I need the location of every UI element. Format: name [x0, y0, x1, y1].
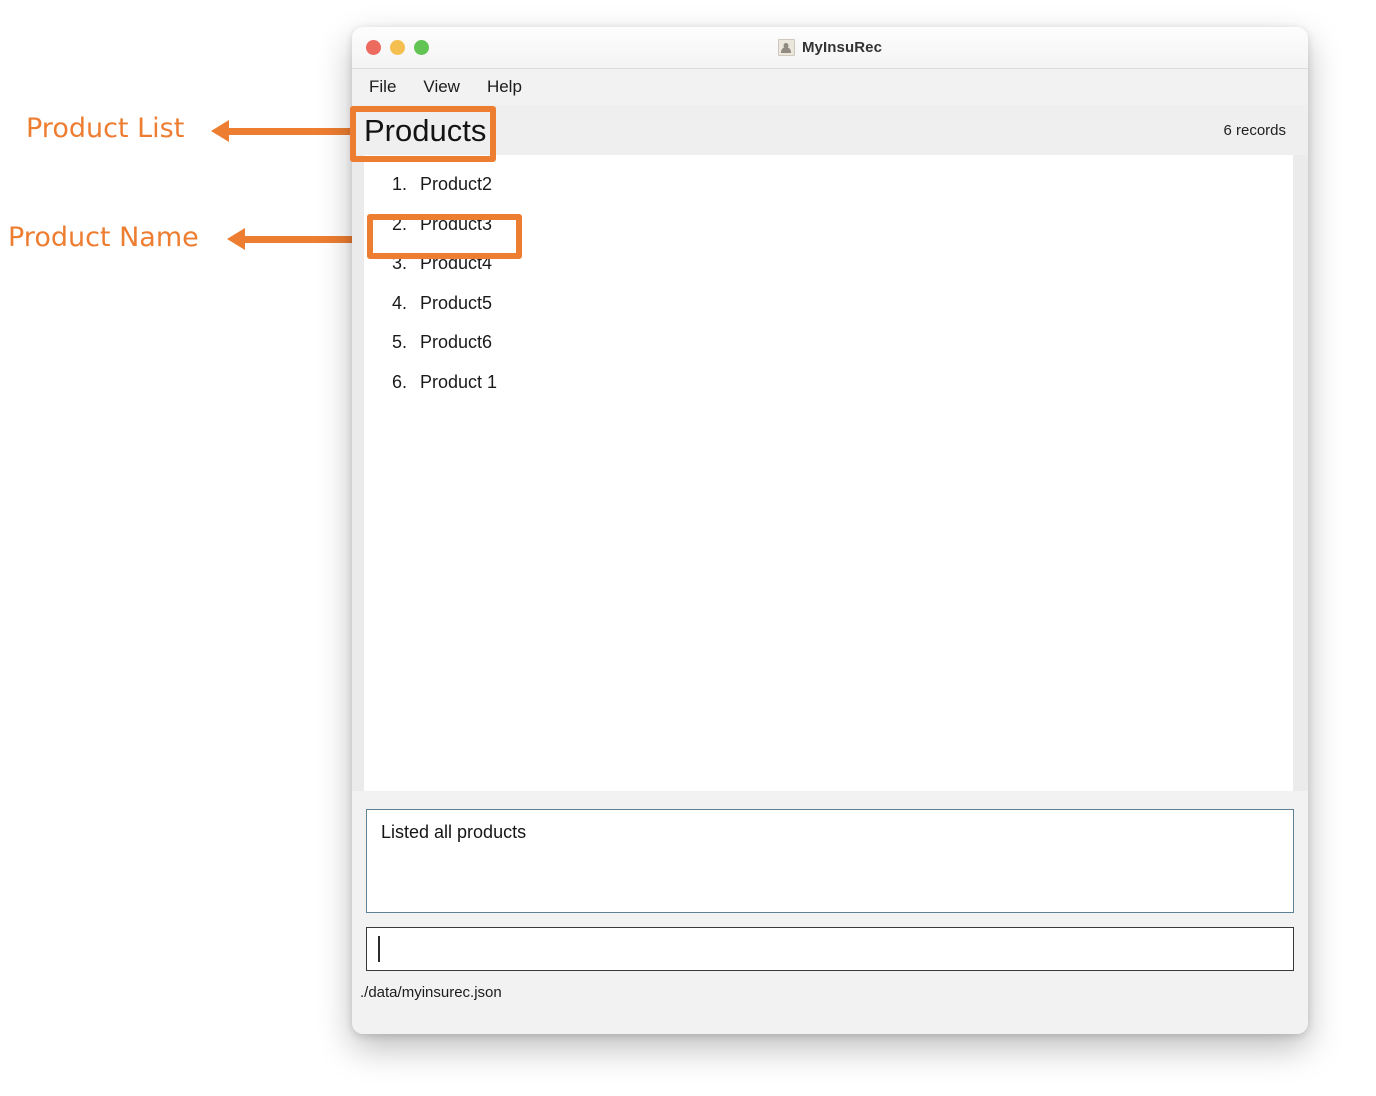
- minimize-button[interactable]: [390, 40, 405, 55]
- arrow-head-icon: [227, 228, 245, 250]
- page-title: Products: [364, 112, 487, 148]
- person-body-shape: [781, 47, 792, 53]
- list-item-index: 4.: [392, 292, 408, 313]
- output-area: Listed all products: [352, 791, 1308, 913]
- title-bar: MyInsuRec: [352, 27, 1308, 69]
- close-button[interactable]: [366, 40, 381, 55]
- list-area: 1. Product2 2. Product3 3. Product4 4. P…: [352, 155, 1308, 791]
- status-bar: ./data/myinsurec.json: [352, 971, 1308, 1034]
- app-window: MyInsuRec File View Help Products 6 reco…: [352, 27, 1308, 1034]
- window-controls: [366, 27, 429, 68]
- list-item-index: 1.: [392, 174, 408, 194]
- header-row: Products 6 records: [352, 105, 1308, 155]
- arrow-shaft: [225, 128, 363, 135]
- result-display: Listed all products: [366, 809, 1294, 913]
- title-center-group: MyInsuRec: [352, 39, 1308, 56]
- list-item[interactable]: 5. Product6: [364, 323, 1293, 363]
- list-item-index: 5.: [392, 332, 408, 353]
- list-scroll-gutter[interactable]: [1293, 155, 1308, 791]
- list-item-index: 2.: [392, 213, 408, 234]
- product-list[interactable]: 1. Product2 2. Product3 3. Product4 4. P…: [364, 155, 1293, 791]
- list-item-name: Product4: [420, 253, 493, 274]
- text-caret: [378, 936, 380, 962]
- list-item-index: 3.: [392, 253, 408, 274]
- record-count-label: 6 records: [1223, 121, 1286, 139]
- list-item-name: Product2: [420, 174, 493, 194]
- status-file-path: ./data/myinsurec.json: [360, 984, 502, 1001]
- menu-item-help[interactable]: Help: [487, 77, 522, 97]
- menu-item-file[interactable]: File: [369, 77, 396, 97]
- list-item-name: Product3: [420, 213, 493, 234]
- list-item-name: Product 1: [420, 371, 498, 392]
- list-item[interactable]: 3. Product4: [364, 244, 1293, 284]
- arrow-head-icon: [211, 120, 229, 142]
- list-item[interactable]: 4. Product5: [364, 284, 1293, 324]
- list-item[interactable]: 2. Product3: [364, 205, 1293, 245]
- list-item-name: Product5: [420, 292, 493, 313]
- list-item[interactable]: 6. Product 1: [364, 363, 1293, 403]
- annotation-label-product-list: Product List: [26, 113, 185, 144]
- list-item[interactable]: 1. Product2: [364, 165, 1293, 205]
- list-item-name: Product6: [420, 332, 493, 353]
- list-item-index: 6.: [392, 371, 408, 392]
- menu-item-view[interactable]: View: [423, 77, 460, 97]
- menu-bar: File View Help: [352, 69, 1308, 105]
- window-title: MyInsuRec: [801, 39, 883, 56]
- app-person-icon: [777, 39, 795, 56]
- command-area: [352, 913, 1308, 971]
- annotation-label-product-name: Product Name: [8, 222, 199, 253]
- command-input[interactable]: [366, 927, 1294, 971]
- maximize-button[interactable]: [414, 40, 429, 55]
